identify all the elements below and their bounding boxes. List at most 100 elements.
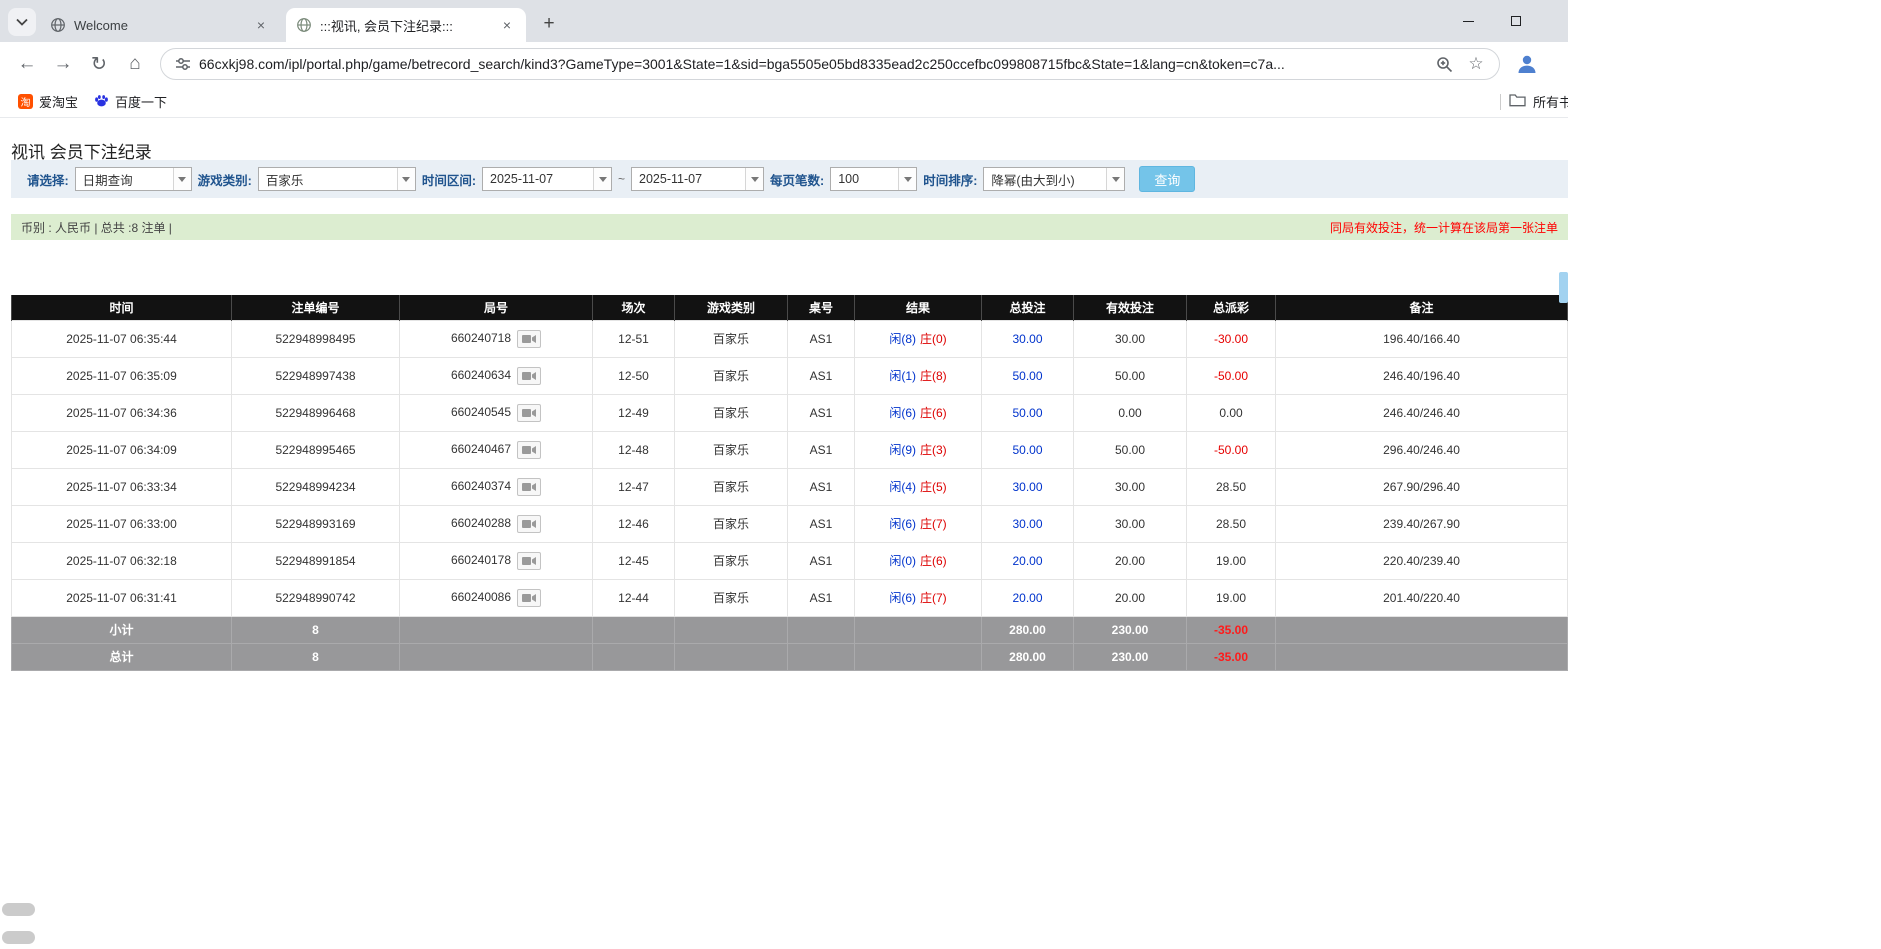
- mode-select[interactable]: 日期查询: [75, 167, 192, 191]
- tab-close-icon[interactable]: ×: [498, 16, 516, 34]
- browser-window: Welcome × :::视讯, 会员下注纪录::: × + ← → ↻ ⌂: [0, 0, 1568, 949]
- bottom-edge-button[interactable]: [2, 931, 35, 944]
- profile-avatar-icon[interactable]: [1512, 49, 1542, 79]
- subtotal-total-bet: 280.00: [982, 616, 1074, 643]
- result-banker: 庄(5): [920, 480, 947, 494]
- bookmark-label: 爱淘宝: [39, 92, 78, 111]
- col-header: 场次: [593, 295, 675, 320]
- zoom-icon[interactable]: [1431, 51, 1457, 77]
- home-button[interactable]: ⌂: [120, 49, 150, 79]
- table-row: 2025-11-07 06:35:09 522948997438 6602406…: [12, 357, 1568, 394]
- replay-video-button[interactable]: [517, 589, 541, 607]
- replay-video-button[interactable]: [517, 552, 541, 570]
- chevron-down-icon: [593, 168, 611, 190]
- result-banker: 庄(7): [920, 517, 947, 531]
- cell-session: 12-44: [593, 579, 675, 616]
- replay-video-button[interactable]: [517, 515, 541, 533]
- bookmark-baidu[interactable]: 百度一下: [86, 88, 175, 115]
- tab-welcome[interactable]: Welcome ×: [40, 8, 280, 42]
- chevron-down-icon: [397, 168, 415, 190]
- cell-bet-id: 522948991854: [232, 542, 400, 579]
- cell-total-bet: 50.00: [982, 357, 1074, 394]
- cell-payout: 19.00: [1187, 542, 1276, 579]
- divider: [1500, 94, 1501, 110]
- cell-note: 246.40/196.40: [1276, 357, 1568, 394]
- tab-search-button[interactable]: [8, 8, 36, 36]
- url-bar[interactable]: 66cxkj98.com/ipl/portal.php/game/betreco…: [160, 48, 1500, 80]
- chevron-down-icon: [898, 168, 916, 190]
- date-from-select[interactable]: 2025-11-07: [482, 167, 612, 191]
- sort-select[interactable]: 降幂(由大到小): [983, 167, 1125, 191]
- cell-session: 12-49: [593, 394, 675, 431]
- filter-range-label: 时间区间:: [422, 170, 476, 189]
- result-player: 闲(9): [889, 443, 916, 457]
- cell-table-no: AS1: [788, 505, 855, 542]
- total-total-bet: 280.00: [982, 643, 1074, 670]
- replay-video-button[interactable]: [517, 478, 541, 496]
- cell-payout: -50.00: [1187, 357, 1276, 394]
- col-header: 备注: [1276, 295, 1568, 320]
- cell-payout: -30.00: [1187, 320, 1276, 357]
- bottom-edge-button[interactable]: [2, 903, 35, 916]
- cell-valid-bet: 0.00: [1074, 394, 1187, 431]
- refresh-button[interactable]: ↻: [84, 49, 114, 79]
- cell-bet-id: 522948994234: [232, 468, 400, 505]
- tab-close-icon[interactable]: ×: [252, 16, 270, 34]
- table-row: 2025-11-07 06:31:41 522948990742 6602400…: [12, 579, 1568, 616]
- cell-round: 660240086: [400, 579, 593, 616]
- maximize-button[interactable]: [1503, 8, 1529, 34]
- cell-bet-id: 522948990742: [232, 579, 400, 616]
- nav-bar: ← → ↻ ⌂ 66cxkj98.com/ipl/portal.php/game…: [0, 42, 1568, 86]
- all-bookmarks-button[interactable]: 所有书签: [1509, 92, 1568, 111]
- scrollbar-thumb[interactable]: [1559, 272, 1568, 303]
- bookmark-star-icon[interactable]: ☆: [1463, 51, 1489, 77]
- back-button[interactable]: ←: [12, 49, 42, 79]
- forward-button[interactable]: →: [48, 49, 78, 79]
- filter-bar: 请选择: 日期查询 游戏类别: 百家乐 时间区间: 2025-11-07 ~: [11, 160, 1568, 198]
- replay-video-button[interactable]: [517, 441, 541, 459]
- cell-total-bet: 20.00: [982, 542, 1074, 579]
- cell-session: 12-46: [593, 505, 675, 542]
- cell-time: 2025-11-07 06:31:41: [12, 579, 232, 616]
- cell-time: 2025-11-07 06:33:00: [12, 505, 232, 542]
- window-controls: [1455, 0, 1529, 42]
- bookmark-aitaobao[interactable]: 淘 爱淘宝: [10, 88, 86, 115]
- result-banker: 庄(8): [920, 369, 947, 383]
- cell-time: 2025-11-07 06:34:36: [12, 394, 232, 431]
- cell-valid-bet: 30.00: [1074, 468, 1187, 505]
- cell-bet-id: 522948997438: [232, 357, 400, 394]
- page-size-select[interactable]: 100: [830, 167, 917, 191]
- total-valid-bet: 230.00: [1074, 643, 1187, 670]
- cell-total-bet: 50.00: [982, 431, 1074, 468]
- new-tab-button[interactable]: +: [536, 11, 562, 37]
- chevron-down-icon: [1106, 168, 1124, 190]
- cell-payout: 28.50: [1187, 468, 1276, 505]
- cell-time: 2025-11-07 06:32:18: [12, 542, 232, 579]
- game-type-select[interactable]: 百家乐: [258, 167, 416, 191]
- replay-video-button[interactable]: [517, 367, 541, 385]
- filter-pagesize-label: 每页笔数:: [770, 170, 824, 189]
- tab-title: Welcome: [74, 18, 246, 33]
- replay-video-button[interactable]: [517, 330, 541, 348]
- search-button[interactable]: 查询: [1139, 166, 1195, 192]
- col-header: 游戏类别: [675, 295, 788, 320]
- subtotal-valid-bet: 230.00: [1074, 616, 1187, 643]
- cell-total-bet: 30.00: [982, 468, 1074, 505]
- currency-summary: 币别 : 人民币 | 总共 :8 注单 |: [21, 219, 172, 236]
- result-banker: 庄(7): [920, 591, 947, 605]
- result-banker: 庄(0): [920, 332, 947, 346]
- table-header-row: 时间 注单编号 局号 场次 游戏类别 桌号 结果 总投注 有效投注 总派彩 备注: [12, 295, 1568, 320]
- cell-game: 百家乐: [675, 320, 788, 357]
- cell-note: 246.40/246.40: [1276, 394, 1568, 431]
- cell-table-no: AS1: [788, 394, 855, 431]
- minimize-button[interactable]: [1455, 8, 1481, 34]
- table-row: 2025-11-07 06:33:34 522948994234 6602403…: [12, 468, 1568, 505]
- site-info-icon[interactable]: [175, 56, 191, 72]
- cell-round: 660240374: [400, 468, 593, 505]
- globe-favicon-icon: [50, 17, 66, 33]
- table-row: 2025-11-07 06:33:00 522948993169 6602402…: [12, 505, 1568, 542]
- replay-video-button[interactable]: [517, 404, 541, 422]
- date-to-select[interactable]: 2025-11-07: [631, 167, 764, 191]
- tab-betrecord[interactable]: :::视讯, 会员下注纪录::: ×: [286, 8, 526, 42]
- minimize-icon: [1463, 21, 1474, 22]
